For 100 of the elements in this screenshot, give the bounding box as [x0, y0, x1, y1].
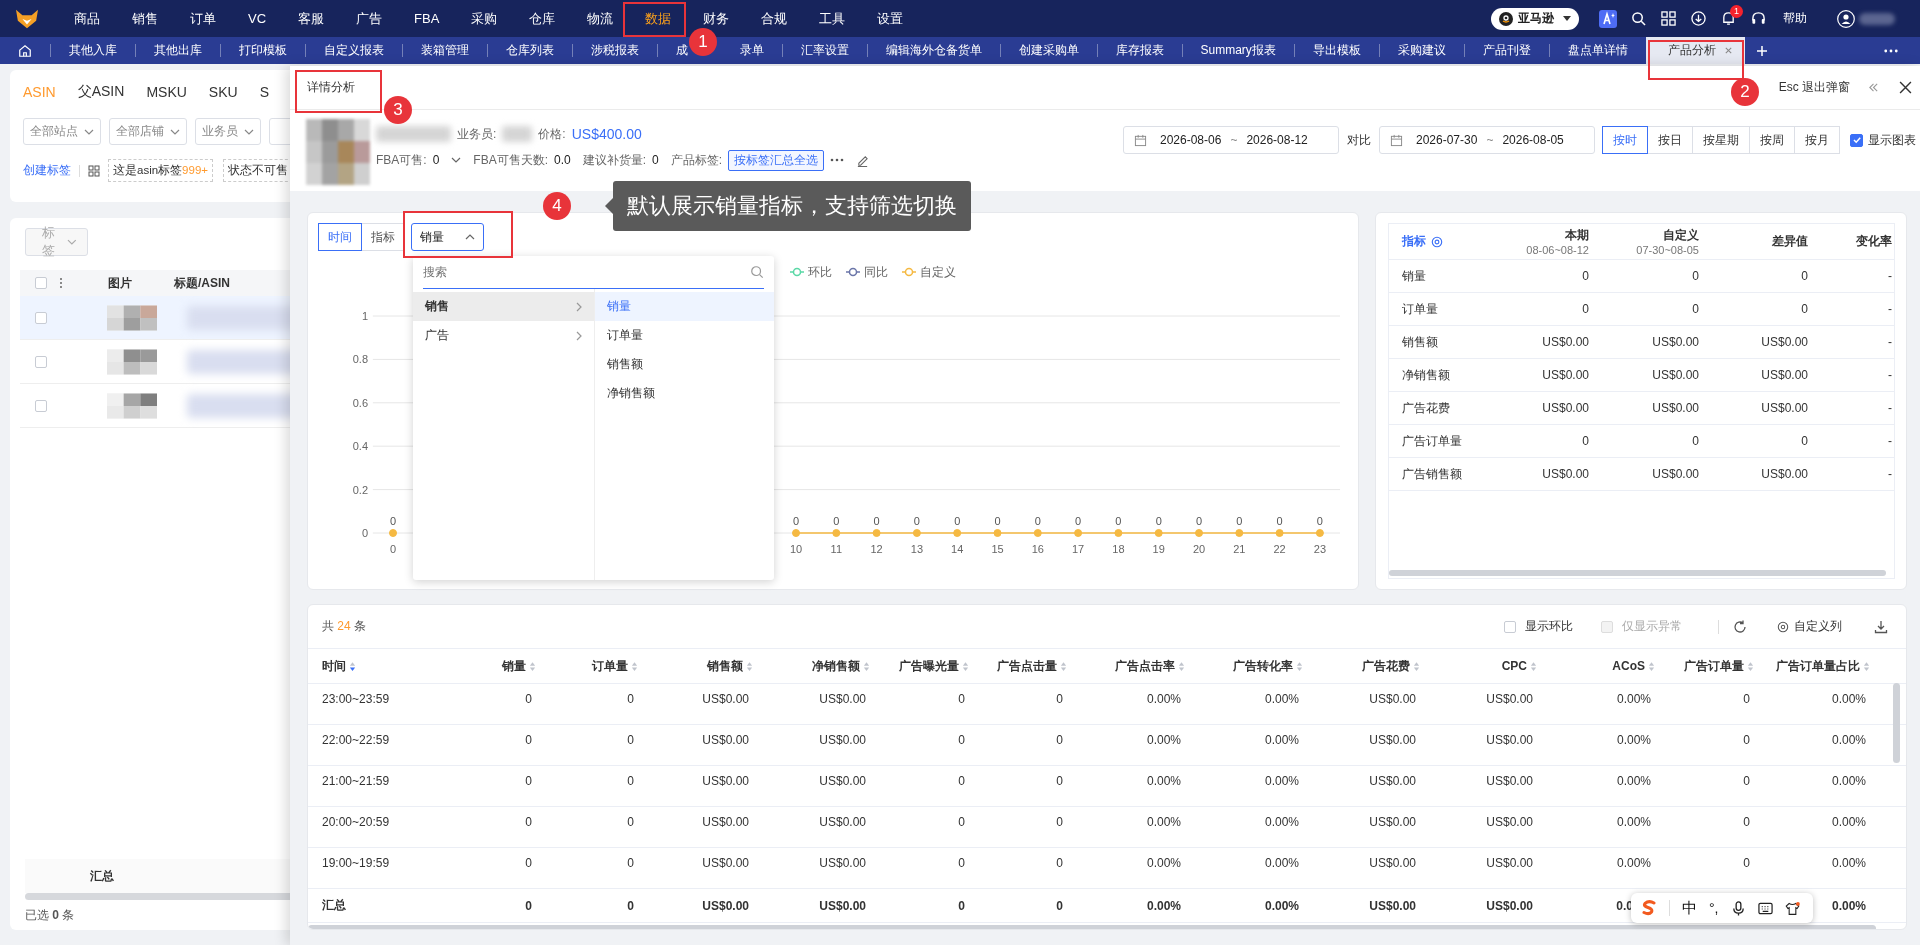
field-value: 0.0 [554, 153, 571, 167]
axis-label: 18 [1112, 543, 1125, 555]
table-cell-text: US$0.00 [1541, 368, 1590, 382]
column-header: 差异值 [1771, 233, 1809, 250]
axis-label: 0 [361, 527, 368, 539]
table-cell-text: US$0.00 [1486, 773, 1533, 788]
axis-label: 13 [910, 543, 924, 555]
compare-label: 对比 [1347, 131, 1371, 149]
data-label: 0 [954, 515, 961, 527]
data-label: 0 [1034, 515, 1041, 527]
table-cell: US$0.00 [1369, 898, 1416, 913]
field-label: 业务员: [457, 125, 497, 143]
axis-label: 21 [1233, 543, 1246, 555]
table-cell-text: 0.00% [1616, 691, 1651, 706]
axis-label: 0.8 [352, 353, 368, 366]
table-cell-text: US$0.00 [1369, 855, 1416, 870]
table-cell-text: US$0.00 [1651, 368, 1700, 382]
table-cell-text: US$0.00 [1760, 335, 1809, 349]
table-cell-text: 销量 [1401, 267, 1427, 285]
table-cell-text: 广告销售额 [1401, 465, 1463, 483]
checkbox-label: 显示环比 [1525, 618, 1573, 635]
table-cell-text: 0.00% [1264, 691, 1299, 706]
axis-label: 0.4 [352, 440, 368, 453]
table-cell-text: 订单量 [1401, 300, 1439, 318]
column-header: 图片 [108, 274, 132, 292]
table-cell-text: US$0.00 [819, 814, 866, 829]
table-cell-text: 0 [1743, 691, 1750, 706]
data-label: 0 [833, 515, 840, 527]
table-cell-text: 0 [1743, 773, 1750, 788]
field-label: 建议补货量: [582, 151, 647, 169]
table-cell-text: US$0.00 [702, 855, 749, 870]
esc-hint: Esc 退出弹窗 [1778, 79, 1850, 96]
axis-label: 12 [870, 543, 883, 555]
table-cell-text: 0.00% [1831, 855, 1866, 870]
table-cell-text: 广告花费 [1401, 399, 1451, 417]
data-label: 0 [913, 515, 920, 527]
table-cell-text: 0 [958, 855, 965, 870]
axis-label: 16 [1031, 543, 1044, 555]
table-cell-text: US$0.00 [1369, 773, 1416, 788]
table-cell-text: 0 [1800, 269, 1809, 283]
table-cell-text: 0.00% [1616, 773, 1651, 788]
table-cell-text: - [1887, 368, 1893, 382]
table-cell-text: 0 [1691, 434, 1700, 448]
column-header: 指标 [1402, 233, 1426, 250]
table-cell-text: US$0.00 [702, 814, 749, 829]
table-cell-text: 0 [525, 814, 532, 829]
column-header: 本期 08-06~08-12 [1525, 227, 1590, 258]
checkbox-label: 仅显示异常 [1622, 618, 1682, 635]
table-cell-text: 0 [958, 773, 965, 788]
legend-label: 自定义 [920, 265, 956, 279]
table-cell: 0 [627, 898, 634, 913]
axis-label: 1 [361, 310, 368, 322]
table-cell-text: - [1887, 467, 1893, 481]
column-header: 变化率 [1855, 233, 1893, 250]
axis-label: 22 [1273, 543, 1286, 555]
table-cell-text: 23:00~23:59 [322, 691, 390, 706]
table-cell-text: 0.00% [1146, 773, 1181, 788]
drawer-title: 详情分析 [307, 79, 355, 96]
table-cell-text: 0.00% [1146, 855, 1181, 870]
table-cell-text: - [1887, 269, 1893, 283]
legend-label: 同比 [864, 265, 888, 279]
table-cell-text: 0 [1800, 434, 1809, 448]
table-cell-text: 0 [1581, 269, 1590, 283]
axis-label: 0.2 [352, 483, 368, 496]
table-cell: 汇总 [322, 897, 346, 914]
table-cell-text: 0.00% [1831, 732, 1866, 747]
table-cell-text: 销售额 [1401, 333, 1439, 351]
table-cell-text: 0.00% [1264, 855, 1299, 870]
table-cell-text: 0 [627, 773, 634, 788]
table-cell-text: 0 [525, 855, 532, 870]
field-label: 产品标签: [670, 151, 723, 169]
table-cell-text: 0 [1691, 269, 1700, 283]
table-cell-text: 0.00% [1831, 691, 1866, 706]
data-label: 0 [792, 515, 800, 527]
axis-label: 15 [991, 543, 1004, 555]
callout-tooltip: 默认展示销量指标，支持筛选切换 [613, 181, 971, 231]
axis-label: 0.6 [352, 396, 368, 409]
axis-label: 20 [1192, 543, 1206, 555]
table-cell-text: US$0.00 [1369, 814, 1416, 829]
table-cell-text: 广告订单量 [1401, 432, 1463, 450]
table-cell-text: US$0.00 [1760, 467, 1809, 481]
table-cell-text: 0.00% [1616, 732, 1651, 747]
field-label: FBA可售天数: [473, 151, 549, 169]
column-header: 自定义 07-30~08-05 [1635, 227, 1700, 258]
field-label: FBA可售: [376, 151, 427, 169]
table-cell-text: 0.00% [1831, 773, 1866, 788]
table-cell-text: 0 [627, 814, 634, 829]
axis-label: 17 [1071, 543, 1085, 555]
table-cell-text: 22:00~22:59 [322, 732, 390, 747]
table-cell-text: 0 [525, 691, 532, 706]
table-cell: US$0.00 [702, 898, 749, 913]
table-cell-text: - [1887, 434, 1893, 448]
table-cell-text: 20:00~20:59 [322, 814, 390, 829]
data-label: 0 [1316, 515, 1323, 527]
table-cell-text: 0 [1581, 302, 1590, 316]
data-label: 0 [994, 515, 1001, 527]
table-cell-text: 19:00~19:59 [322, 855, 390, 870]
data-label: 0 [389, 515, 397, 527]
table-cell-text: US$0.00 [1486, 732, 1533, 747]
table-cell-text: US$0.00 [1541, 467, 1590, 481]
